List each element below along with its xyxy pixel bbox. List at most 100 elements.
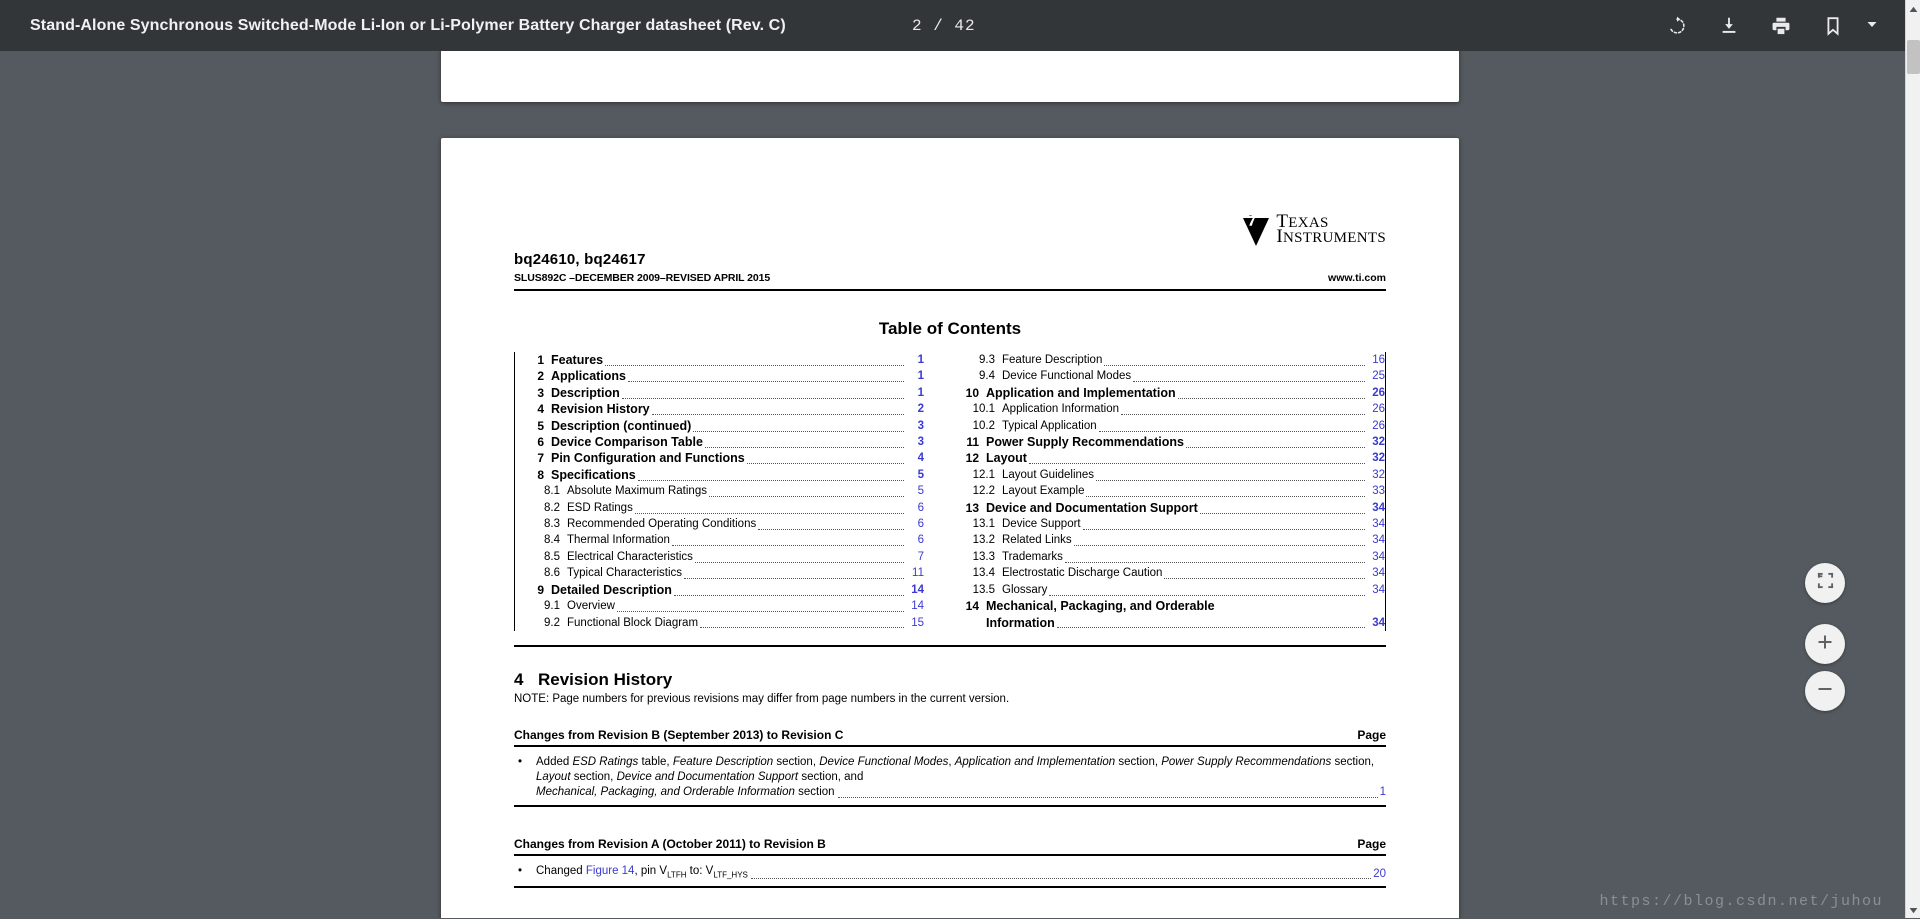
toc-entry[interactable]: 14 Mechanical, Packaging, and Orderable In…: [959, 598, 1385, 631]
toc-entry-page[interactable]: 2: [906, 401, 924, 417]
toc-entry-page[interactable]: 7: [906, 549, 924, 565]
toc-entry-page[interactable]: 6: [906, 500, 924, 516]
toc-entry[interactable]: 2 Applications 1: [524, 368, 924, 384]
toc-entry[interactable]: 10.2 Typical Application 26: [959, 418, 1385, 434]
toc-entry[interactable]: 9.1 Overview 14: [524, 598, 924, 614]
toc-entry-page[interactable]: 6: [906, 516, 924, 532]
toc-entry[interactable]: 5 Description (continued) 3: [524, 418, 924, 434]
toc-entry-page[interactable]: 1: [906, 368, 924, 384]
toc-entry[interactable]: 6 Device Comparison Table 3: [524, 434, 924, 450]
toc-entry-number: 2: [537, 369, 544, 384]
toc-entry-page[interactable]: 34: [1367, 549, 1385, 565]
toc-entry-page[interactable]: 6: [906, 532, 924, 548]
toc-title: Table of Contents: [878, 319, 1022, 338]
toc-entry-page[interactable]: 4: [906, 450, 924, 466]
fit-to-page-button[interactable]: [1805, 563, 1845, 603]
toc-entry-page[interactable]: 34: [1367, 615, 1385, 631]
toc-entry[interactable]: 8.4 Thermal Information 6: [524, 532, 924, 548]
toc-entry[interactable]: 13.1 Device Support 34: [959, 516, 1385, 532]
toc-entry-page[interactable]: 34: [1367, 500, 1385, 516]
toc-entry-page[interactable]: 32: [1367, 434, 1385, 450]
scroll-down-button[interactable]: [1906, 901, 1920, 918]
toc-entry-page[interactable]: 15: [906, 615, 924, 631]
pdf-viewer-area[interactable]: An IMPORTANT NOTICE at the end of this d…: [0, 51, 1905, 918]
toc-entry-page[interactable]: 5: [906, 483, 924, 499]
toc-entry-label: Description: [551, 385, 620, 400]
toc-entry[interactable]: 11 Power Supply Recommendations 32: [959, 434, 1385, 450]
toc-entry[interactable]: 9.3 Feature Description 16: [959, 352, 1385, 368]
toc-entry-number: 11: [966, 435, 979, 450]
toc-entry-page[interactable]: 26: [1367, 418, 1385, 434]
toc-entry-page[interactable]: 34: [1367, 532, 1385, 548]
revision-item-page[interactable]: 1: [1380, 785, 1386, 800]
toc-entry[interactable]: 4 Revision History 2: [524, 401, 924, 417]
toc-entry[interactable]: 9.4 Device Functional Modes 25: [959, 368, 1385, 384]
toc-entry[interactable]: 12.2 Layout Example 33: [959, 483, 1385, 499]
toc-entry-page[interactable]: 26: [1367, 385, 1385, 401]
toc-entry[interactable]: 9.2 Functional Block Diagram 15: [524, 615, 924, 631]
revision-rule-1: [514, 744, 1386, 747]
toc-entry[interactable]: 10 Application and Implementation 26: [959, 385, 1385, 401]
toc-entry[interactable]: 7 Pin Configuration and Functions 4: [524, 450, 924, 466]
toc-entry[interactable]: 13.5 Glossary 34: [959, 582, 1385, 598]
zoom-out-button[interactable]: [1805, 671, 1845, 711]
toc-entry[interactable]: 8.1 Absolute Maximum Ratings 5: [524, 483, 924, 499]
toc-entry[interactable]: 12.1 Layout Guidelines 32: [959, 467, 1385, 483]
rev-l1-m1: table,: [638, 755, 673, 768]
toc-entry-page[interactable]: 3: [906, 418, 924, 434]
toc-entry[interactable]: 13.3 Trademarks 34: [959, 549, 1385, 565]
toc-entry[interactable]: 1 Features 1: [524, 352, 924, 368]
toc-entry-page[interactable]: 5: [906, 467, 924, 483]
toc-entry[interactable]: 8.6 Typical Characteristics 11: [524, 565, 924, 581]
chevron-down-icon: [1866, 17, 1878, 35]
download-button[interactable]: [1703, 4, 1755, 48]
toc-entry-page[interactable]: 11: [906, 565, 924, 581]
toc-entry-page[interactable]: 34: [1367, 582, 1385, 598]
toc-entry[interactable]: 8.2 ESD Ratings 6: [524, 500, 924, 516]
bookmark-dropdown-button[interactable]: [1859, 4, 1885, 48]
toc-entry[interactable]: 9 Detailed Description 14: [524, 582, 924, 598]
bookmark-button[interactable]: [1807, 4, 1859, 48]
toc-entry[interactable]: 8.5 Electrical Characteristics 7: [524, 549, 924, 565]
scroll-up-button[interactable]: [1906, 0, 1920, 17]
toc-entry[interactable]: 12 Layout 32: [959, 450, 1385, 466]
toc-entry[interactable]: 13 Device and Documentation Support 34: [959, 500, 1385, 516]
toc-entry-page[interactable]: 32: [1367, 467, 1385, 483]
revision-item-page[interactable]: 20: [1373, 867, 1386, 882]
toc-entry-number: 9.4: [979, 370, 995, 383]
toc-entry-page[interactable]: 26: [1367, 401, 1385, 417]
toc-entry[interactable]: 8.3 Recommended Operating Conditions 6: [524, 516, 924, 532]
revision-section-number: 4: [514, 669, 524, 689]
toc-entry-page[interactable]: 3: [906, 434, 924, 450]
scrollbar-thumb[interactable]: [1907, 40, 1920, 74]
vertical-scrollbar[interactable]: [1905, 0, 1920, 918]
toc-entry-number: 1: [537, 353, 544, 367]
toc-entry-page[interactable]: 1: [906, 385, 924, 401]
toc-entry[interactable]: 10.1 Application Information 26: [959, 401, 1385, 417]
toc-columns: 1 Features 1 2 Applications 1 3 Description 1 4 Re…: [514, 352, 1386, 631]
toc-entry[interactable]: 8 Specifications 5: [524, 467, 924, 483]
ti-logo-cap-i: I: [1276, 226, 1283, 247]
toc-entry-page[interactable]: 32: [1367, 450, 1385, 466]
ti-logo-texas: EXAS: [1288, 215, 1329, 231]
toc-entry-number: 8.3: [544, 518, 560, 531]
toc-entry-page[interactable]: 16: [1367, 352, 1385, 368]
toc-entry-page[interactable]: 34: [1367, 565, 1385, 581]
toc-entry-page[interactable]: 34: [1367, 516, 1385, 532]
toc-entry-page[interactable]: 14: [906, 598, 924, 614]
toc-entry-page[interactable]: 25: [1367, 368, 1385, 384]
rotate-button[interactable]: [1651, 4, 1703, 48]
toc-entry-page[interactable]: 1: [906, 352, 924, 368]
figure-link[interactable]: Figure 14: [586, 865, 635, 877]
ti-logo-instruments: NSTRUMENTS: [1282, 230, 1386, 246]
toc-entry[interactable]: 13.4 Electrostatic Discharge Caution 34: [959, 565, 1385, 581]
toc-entry-page[interactable]: 33: [1367, 483, 1385, 499]
zoom-in-button[interactable]: [1805, 624, 1845, 664]
toc-entry-page[interactable]: 14: [906, 582, 924, 598]
toc-entry[interactable]: 13.2 Related Links 34: [959, 532, 1385, 548]
rev-l2-i2: Layout: [536, 771, 571, 784]
pdf-toolbar: Stand-Alone Synchronous Switched-Mode Li…: [0, 0, 1905, 51]
toc-entry-number: 10.1: [972, 403, 995, 416]
print-button[interactable]: [1755, 4, 1807, 48]
toc-entry[interactable]: 3 Description 1: [524, 385, 924, 401]
